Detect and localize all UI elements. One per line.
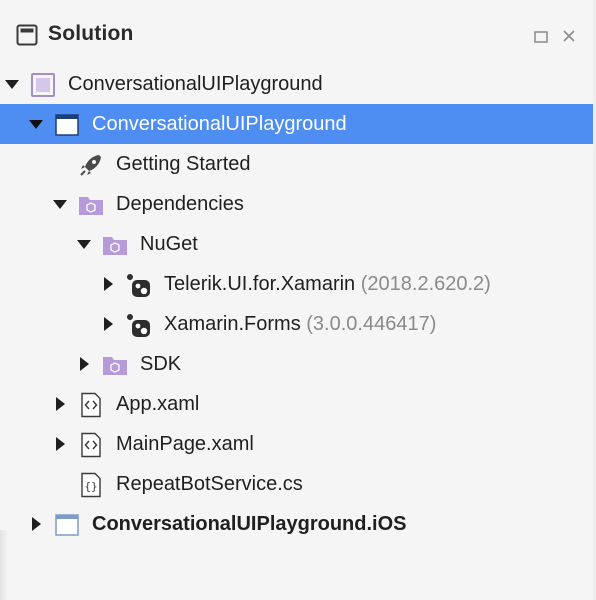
solution-pad: Solution ConversationalUIPlayground Conv… [0, 0, 594, 600]
tree-item-label: SDK [140, 353, 182, 375]
tree-item-label: RepeatBotService.cs [116, 473, 303, 495]
rocket-icon [80, 155, 101, 176]
pad-title: Solution [48, 22, 134, 45]
tree-item-label: MainPage.xaml [116, 433, 254, 455]
collapsed-arrow-icon[interactable] [100, 316, 116, 332]
tree-item-label: App.xaml [116, 393, 200, 415]
collapsed-arrow-icon[interactable] [52, 396, 68, 412]
tree-item-ios-project[interactable]: ConversationalUIPlayground.iOS [0, 504, 593, 544]
tree-item-label: ConversationalUIPlayground [68, 73, 323, 95]
edge-shadow [0, 530, 8, 600]
cs-file-icon: {} [81, 472, 101, 498]
expand-arrow-icon[interactable] [28, 116, 44, 132]
tree-item-nuget[interactable]: NuGet [0, 224, 593, 264]
tree-item-telerik-package[interactable]: Telerik.UI.for.Xamarin (2018.2.620.2) [0, 264, 593, 304]
package-version: (3.0.0.446417) [306, 313, 437, 335]
folder-icon [79, 197, 103, 215]
tree-item-getting-started[interactable]: Getting Started [0, 144, 593, 184]
folder-icon [103, 237, 127, 255]
package-version: (2018.2.620.2) [360, 273, 491, 295]
folder-icon [103, 357, 127, 375]
svg-text:{}: {} [84, 480, 97, 493]
tree-item-label: ConversationalUIPlayground [92, 113, 347, 135]
project-icon [55, 514, 79, 536]
package-name: Xamarin.Forms [164, 313, 301, 335]
tree-item-app-xaml[interactable]: App.xaml [0, 384, 593, 424]
tree-item-label: ConversationalUIPlayground.iOS [92, 513, 407, 535]
tree-item-repeatbotservice-cs[interactable]: {} RepeatBotService.cs [0, 464, 593, 504]
xaml-file-icon [81, 432, 101, 458]
expand-arrow-icon[interactable] [4, 76, 20, 92]
collapsed-arrow-icon[interactable] [28, 516, 44, 532]
xaml-file-icon [81, 392, 101, 418]
maximize-icon[interactable] [534, 31, 548, 43]
solution-tree: ConversationalUIPlayground Conversationa… [0, 64, 593, 544]
tree-item-label: NuGet [140, 233, 198, 255]
tree-item-xamarin-forms-package[interactable]: Xamarin.Forms (3.0.0.446417) [0, 304, 593, 344]
nuget-package-icon [127, 274, 150, 297]
nuget-package-icon [127, 314, 150, 337]
collapsed-arrow-icon[interactable] [76, 356, 92, 372]
tree-item-dependencies[interactable]: Dependencies [0, 184, 593, 224]
solution-pad-icon [16, 24, 38, 46]
project-icon [55, 114, 79, 136]
tree-item-sdk[interactable]: SDK [0, 344, 593, 384]
collapsed-arrow-icon[interactable] [52, 436, 68, 452]
tree-item-project[interactable]: ConversationalUIPlayground [0, 104, 593, 144]
tree-item-label: Getting Started [116, 153, 251, 175]
pad-header: Solution [0, 14, 593, 58]
expand-arrow-icon[interactable] [76, 236, 92, 252]
collapsed-arrow-icon[interactable] [100, 276, 116, 292]
package-name: Telerik.UI.for.Xamarin [164, 273, 356, 295]
tree-item-label: Dependencies [116, 193, 244, 215]
tree-item-solution[interactable]: ConversationalUIPlayground [0, 64, 593, 104]
solution-icon [31, 73, 55, 97]
tree-item-mainpage-xaml[interactable]: MainPage.xaml [0, 424, 593, 464]
close-icon[interactable] [560, 27, 578, 45]
expand-arrow-icon[interactable] [52, 196, 68, 212]
